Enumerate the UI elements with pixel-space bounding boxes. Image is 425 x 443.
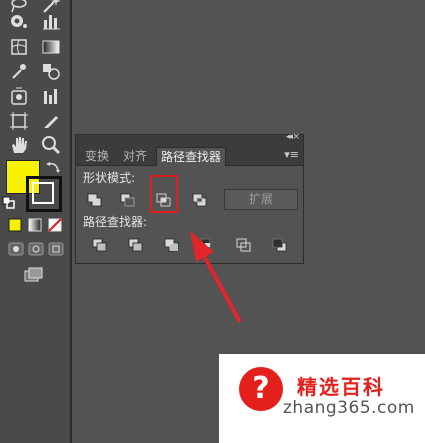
merge-icon[interactable] bbox=[162, 236, 182, 254]
outline-icon[interactable] bbox=[234, 236, 254, 254]
draw-normal-icon[interactable] bbox=[8, 242, 24, 256]
minus-front-icon[interactable] bbox=[118, 191, 138, 209]
artboard-tool-icon[interactable] bbox=[8, 110, 30, 132]
tools-panel bbox=[0, 0, 70, 443]
panel-title-bar[interactable]: ◂◂ × bbox=[76, 132, 303, 145]
zoom-tool-icon[interactable] bbox=[40, 134, 62, 156]
panel-menu-icon[interactable]: ▾≡ bbox=[284, 148, 299, 161]
watermark-title: 精选百科 bbox=[297, 375, 385, 399]
screen-mode-icon[interactable] bbox=[22, 264, 44, 286]
shape-modes-label: 形状模式: bbox=[83, 171, 136, 185]
default-colors-icon[interactable] bbox=[2, 196, 16, 210]
column-graph-icon[interactable] bbox=[40, 10, 62, 32]
close-panel-icon[interactable]: × bbox=[292, 132, 300, 142]
mesh-tool-icon[interactable] bbox=[8, 36, 30, 58]
watermark-url: zhang365.com bbox=[283, 398, 415, 418]
exclude-icon[interactable] bbox=[190, 191, 210, 209]
minus-back-icon[interactable] bbox=[270, 236, 290, 254]
blend-tool-icon[interactable] bbox=[40, 60, 62, 82]
color-mode-icon[interactable] bbox=[8, 218, 22, 232]
pathfinder-panel: ◂◂ × 变换 对齐 路径查找器 ▾≡ 形状模式: 扩展 路径查找器: bbox=[75, 132, 304, 264]
divide-icon[interactable] bbox=[90, 236, 110, 254]
gradient-tool-icon[interactable] bbox=[40, 36, 62, 58]
symbol-tool-icon[interactable] bbox=[8, 85, 30, 107]
crop-icon[interactable] bbox=[198, 236, 218, 254]
draw-inside-icon[interactable] bbox=[48, 242, 64, 256]
slice-tool-icon[interactable] bbox=[40, 110, 62, 132]
unite-icon[interactable] bbox=[85, 191, 105, 209]
draw-behind-icon[interactable] bbox=[28, 242, 44, 256]
tab-transform[interactable]: 变换 bbox=[81, 147, 113, 165]
expand-button[interactable]: 扩展 bbox=[224, 189, 298, 210]
intersect-highlight-box bbox=[150, 175, 178, 213]
eyedropper-icon[interactable] bbox=[8, 60, 30, 82]
gradient-mode-icon[interactable] bbox=[28, 218, 42, 232]
tab-pathfinder[interactable]: 路径查找器 bbox=[156, 147, 227, 166]
watermark-logo: ? bbox=[239, 367, 283, 411]
symbol-sprayer-icon[interactable] bbox=[8, 10, 30, 32]
panel-tabs: 变换 对齐 路径查找器 ▾≡ bbox=[76, 145, 303, 166]
pathfinders-label: 路径查找器: bbox=[83, 215, 148, 229]
trim-icon[interactable] bbox=[126, 236, 146, 254]
stroke-swatch[interactable] bbox=[26, 176, 62, 212]
toolbar-divider bbox=[70, 0, 72, 443]
watermark: ? 精选百科 zhang365.com bbox=[219, 354, 425, 443]
hand-tool-icon[interactable] bbox=[8, 134, 30, 156]
bar-graph-icon[interactable] bbox=[40, 85, 62, 107]
collapse-panel-icon[interactable]: ◂◂ bbox=[286, 132, 293, 142]
tab-align[interactable]: 对齐 bbox=[119, 147, 151, 165]
none-mode-icon[interactable] bbox=[48, 218, 62, 232]
